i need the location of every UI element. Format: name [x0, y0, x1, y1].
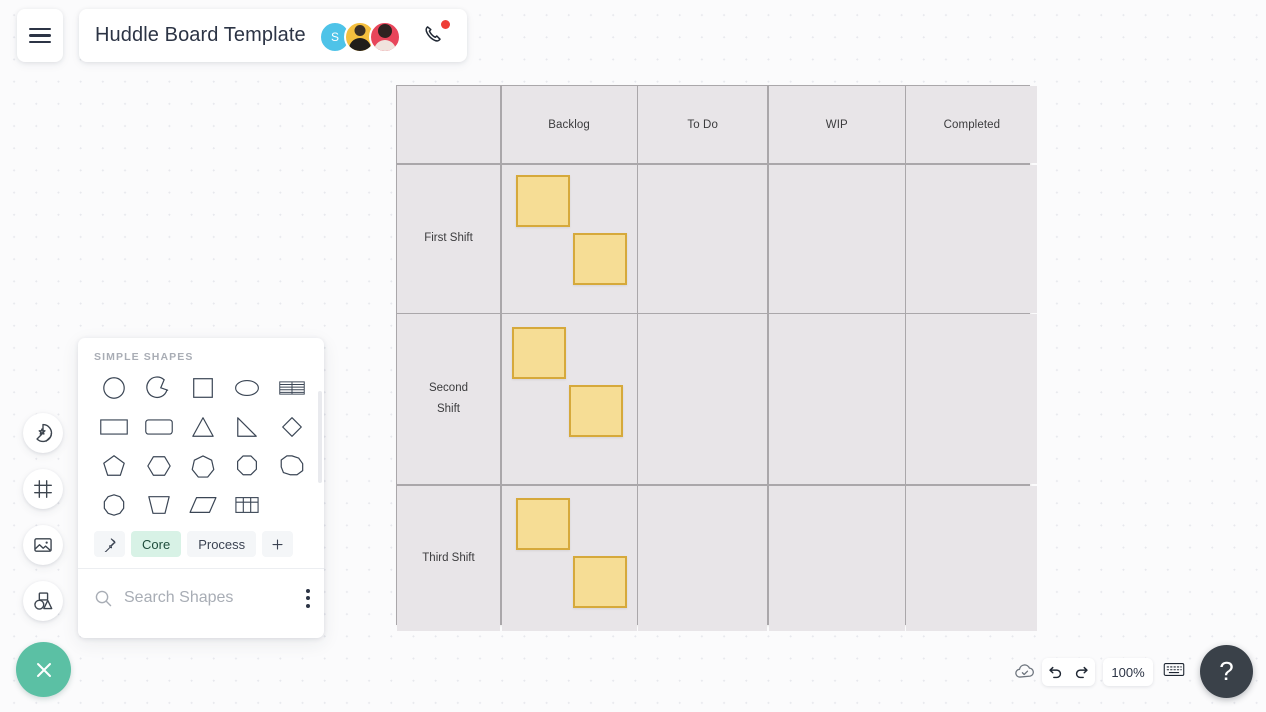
shape-heptagon[interactable]	[181, 450, 225, 482]
huddle-board-grid: Backlog To Do WIP Completed First Shift …	[396, 85, 1038, 631]
add-category-button[interactable]	[262, 531, 294, 557]
shape-triangle[interactable]	[181, 411, 225, 443]
shape-octagon[interactable]	[225, 450, 269, 482]
avatar[interactable]	[369, 21, 401, 53]
call-notification-badge	[441, 20, 450, 29]
sticky-note[interactable]	[572, 232, 627, 285]
sticky-note[interactable]	[511, 327, 566, 380]
cell-second-completed[interactable]	[906, 314, 1038, 485]
shape-category-tabs: Core Process	[78, 521, 324, 569]
shape-arc[interactable]	[136, 372, 180, 404]
shape-ellipse[interactable]	[225, 372, 269, 404]
cell-first-todo[interactable]	[638, 164, 768, 313]
help-button[interactable]: ?	[1200, 645, 1253, 698]
panel-heading: SIMPLE SHAPES	[94, 351, 194, 363]
shape-square[interactable]	[181, 372, 225, 404]
sticky-note[interactable]	[515, 174, 570, 227]
shape-table-grid[interactable]	[225, 489, 269, 521]
page-title[interactable]: Huddle Board Template	[95, 24, 306, 47]
tab-process[interactable]: Process	[187, 531, 257, 557]
sticky-note[interactable]	[568, 385, 623, 438]
shape-rectangle[interactable]	[92, 411, 136, 443]
zoom-level-button[interactable]: 100%	[1103, 658, 1153, 686]
shapes-scrollbar[interactable]	[318, 391, 322, 483]
shape-hexagon[interactable]	[136, 450, 180, 482]
undo-button[interactable]	[1047, 664, 1064, 681]
history-controls	[1042, 658, 1095, 686]
cell-second-wip[interactable]	[768, 314, 905, 485]
shape-rounded-rectangle[interactable]	[136, 411, 180, 443]
cell-third-wip[interactable]	[768, 485, 905, 631]
shape-striped-table[interactable]	[270, 372, 314, 404]
shapes-icon[interactable]	[23, 581, 63, 621]
shape-grid	[78, 363, 324, 521]
redo-button[interactable]	[1073, 664, 1090, 681]
cell-third-completed[interactable]	[906, 485, 1038, 631]
pin-icon	[104, 537, 116, 552]
kebab-menu-icon[interactable]	[306, 588, 310, 608]
column-header-wip[interactable]: WIP	[768, 86, 905, 163]
hamburger-menu-icon	[29, 27, 51, 44]
shape-grid-spacer	[270, 489, 314, 521]
shape-search-row	[78, 569, 324, 627]
keyboard-shortcuts-button[interactable]	[1163, 661, 1185, 683]
sticky-note[interactable]	[515, 497, 570, 550]
collaborator-avatars: S	[319, 21, 401, 53]
avatar-initial: S	[330, 30, 339, 44]
board-title-bar: Huddle Board Template S	[79, 9, 467, 62]
cell-third-backlog[interactable]	[501, 485, 637, 631]
shapes-panel: SIMPLE SHAPES Core Process Search Shapes	[78, 338, 324, 638]
shape-pentagon[interactable]	[92, 450, 136, 482]
column-header-backlog[interactable]: Backlog	[501, 86, 637, 163]
undo-icon	[1049, 666, 1061, 678]
cell-first-backlog[interactable]	[501, 164, 637, 313]
close-x-icon	[36, 662, 51, 677]
cell-third-todo[interactable]	[638, 485, 768, 631]
shape-trapezoid[interactable]	[136, 489, 180, 521]
sticky-note-star-icon[interactable]	[23, 413, 63, 453]
cell-first-completed[interactable]	[906, 164, 1038, 313]
cell-second-todo[interactable]	[638, 314, 768, 485]
tab-core[interactable]: Core	[131, 531, 182, 557]
frame-icon[interactable]	[23, 469, 63, 509]
pin-tab-button[interactable]	[94, 531, 125, 557]
shape-decagon[interactable]	[92, 489, 136, 521]
row-header-third-shift[interactable]: Third Shift	[397, 485, 500, 631]
row-header-second-shift[interactable]: Second Shift	[397, 314, 500, 485]
tool-rail	[23, 413, 63, 637]
shape-parallelogram[interactable]	[181, 489, 225, 521]
shape-nonagon[interactable]	[270, 450, 314, 482]
search-icon	[95, 590, 112, 606]
row-header-second-shift-label: Second Shift	[428, 382, 468, 416]
sticky-note[interactable]	[572, 555, 627, 608]
cloud-saved-icon[interactable]	[1013, 660, 1037, 689]
shape-diamond[interactable]	[270, 411, 314, 443]
plus-icon	[272, 538, 283, 550]
cell-first-wip[interactable]	[768, 164, 905, 313]
redo-icon	[1076, 666, 1088, 678]
row-header-first-shift[interactable]: First Shift	[397, 164, 500, 313]
grid-corner-cell[interactable]	[397, 86, 500, 163]
shape-right-triangle[interactable]	[225, 411, 269, 443]
shape-circle[interactable]	[92, 372, 136, 404]
column-header-completed[interactable]: Completed	[906, 86, 1038, 163]
cell-second-backlog[interactable]	[501, 314, 637, 485]
image-icon[interactable]	[23, 525, 63, 565]
close-tool-button[interactable]	[16, 642, 71, 697]
search-input[interactable]	[122, 588, 294, 608]
main-menu-button[interactable]	[17, 9, 63, 62]
column-header-todo[interactable]: To Do	[638, 86, 768, 163]
help-label: ?	[1219, 656, 1234, 686]
keyboard-icon	[1163, 663, 1185, 676]
